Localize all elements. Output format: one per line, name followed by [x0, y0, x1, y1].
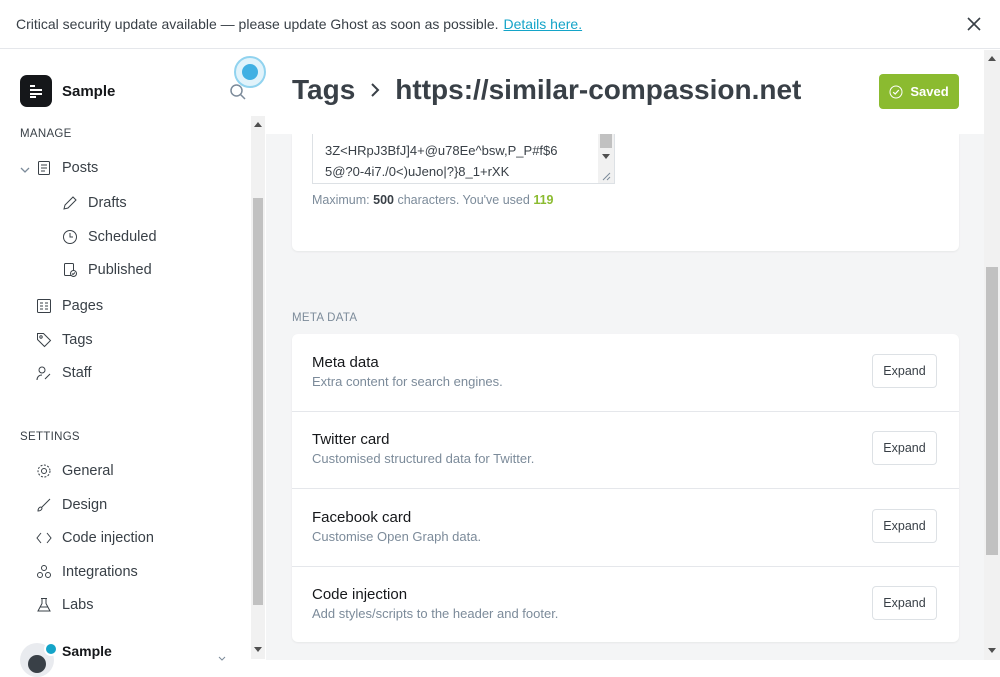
- manage-section-label: MANAGE: [20, 128, 72, 140]
- help-prefix: Maximum:: [312, 193, 370, 207]
- sidebar-item-integrations[interactable]: Integrations: [36, 564, 138, 580]
- meta-row-description: Customise Open Graph data.: [312, 529, 482, 544]
- status-dot: [44, 642, 58, 656]
- gear-icon: [37, 464, 51, 478]
- meta-row-code-injection: Code injection Add styles/scripts to the…: [292, 566, 959, 643]
- sidebar-item-label: Scheduled: [88, 229, 157, 245]
- sidebar: Sample MANAGE Posts Drafts Scheduled Pub…: [0, 50, 266, 677]
- breadcrumb-parent[interactable]: Tags: [292, 74, 355, 106]
- scroll-down-arrow-icon[interactable]: [254, 647, 262, 652]
- sidebar-item-pages[interactable]: Pages: [36, 298, 103, 314]
- meta-row-title: Facebook card: [312, 509, 412, 526]
- meta-row-twitter-card: Twitter card Customised structured data …: [292, 411, 959, 489]
- settings-section-label: SETTINGS: [20, 431, 80, 443]
- meta-row-title: Code injection: [312, 586, 408, 603]
- meta-row-description: Extra content for search engines.: [312, 374, 503, 389]
- check-circle-icon: [889, 85, 903, 98]
- main-scrollbar-thumb[interactable]: [986, 267, 998, 555]
- expand-facebook-card-button[interactable]: Expand: [872, 509, 937, 543]
- code-icon: [36, 532, 52, 544]
- sidebar-item-labs[interactable]: Labs: [36, 597, 93, 613]
- brush-icon: [37, 498, 51, 512]
- saved-button[interactable]: Saved: [879, 74, 959, 109]
- page-title: https://similar-compassion.net: [395, 74, 802, 105]
- published-icon: [64, 263, 77, 277]
- chevron-down-icon[interactable]: [217, 654, 227, 664]
- scroll-down-arrow-icon[interactable]: [602, 154, 610, 159]
- pencil-icon: [63, 196, 77, 210]
- flask-icon: [37, 598, 51, 612]
- sidebar-item-label: Pages: [62, 298, 104, 314]
- sidebar-item-staff[interactable]: Staff: [36, 365, 92, 381]
- clock-icon: [63, 230, 77, 244]
- sidebar-item-general[interactable]: General: [36, 463, 114, 479]
- page-header: Tags https://similar-compassion.net Save…: [266, 50, 986, 134]
- meta-row-title: Meta data: [312, 354, 379, 371]
- pages-icon: [37, 299, 51, 313]
- scroll-up-arrow-icon[interactable]: [254, 122, 262, 127]
- sidebar-item-label: Integrations: [62, 564, 138, 580]
- site-brand[interactable]: Sample: [20, 75, 115, 107]
- sidebar-item-label: Labs: [62, 597, 94, 613]
- staff-icon: [36, 366, 51, 381]
- sidebar-item-label: Design: [62, 497, 108, 513]
- chevron-down-icon[interactable]: [19, 164, 31, 176]
- expand-twitter-card-button[interactable]: Expand: [872, 431, 937, 465]
- sidebar-item-label: Code injection: [62, 530, 154, 546]
- saved-label: Saved: [910, 84, 949, 99]
- sidebar-item-label: Posts: [62, 160, 99, 176]
- textarea-scrollbar-thumb[interactable]: [600, 134, 612, 148]
- description-textarea[interactable]: 3Z<HRpJ3BfJ]4+@u78Ee^bsw,P_P#f$6 5@?0-4i…: [312, 134, 615, 184]
- sidebar-item-label: Published: [88, 262, 152, 278]
- site-logo-icon: [20, 75, 52, 107]
- meta-row-description: Customised structured data for Twitter.: [312, 451, 535, 466]
- sidebar-item-drafts[interactable]: Drafts: [62, 195, 127, 211]
- banner-details-link[interactable]: Details here.: [504, 16, 583, 32]
- sidebar-item-label: General: [62, 463, 114, 479]
- meta-row-description: Add styles/scripts to the header and foo…: [312, 606, 559, 621]
- search-icon[interactable]: [229, 83, 247, 101]
- scroll-up-arrow-icon[interactable]: [988, 56, 996, 61]
- meta-data-section-label: META DATA: [292, 312, 358, 324]
- sidebar-item-code-injection[interactable]: Code injection: [36, 530, 154, 546]
- sidebar-item-scheduled[interactable]: Scheduled: [62, 229, 157, 245]
- sidebar-item-tags[interactable]: Tags: [36, 332, 93, 348]
- sidebar-item-posts[interactable]: Posts: [36, 160, 98, 176]
- sidebar-item-label: Tags: [62, 332, 93, 348]
- user-name[interactable]: Sample: [62, 643, 112, 659]
- banner-message: Critical security update available — ple…: [16, 16, 499, 32]
- main-content: 3Z<HRpJ3BfJ]4+@u78Ee^bsw,P_P#f$6 5@?0-4i…: [266, 50, 1000, 660]
- scroll-down-arrow-icon[interactable]: [988, 648, 996, 653]
- sidebar-scrollbar-thumb[interactable]: [253, 198, 263, 605]
- integrations-icon: [37, 565, 51, 578]
- breadcrumb: Tags https://similar-compassion.net: [292, 74, 801, 106]
- sidebar-item-design[interactable]: Design: [36, 497, 107, 513]
- meta-row-title: Twitter card: [312, 431, 390, 448]
- resize-grip-icon[interactable]: [601, 171, 611, 181]
- meta-row-meta-data: Meta data Extra content for search engin…: [292, 334, 959, 412]
- expand-code-injection-button[interactable]: Expand: [872, 586, 937, 620]
- sidebar-item-published[interactable]: Published: [62, 262, 152, 278]
- max-characters: 500: [373, 193, 394, 207]
- used-characters: 119: [533, 193, 554, 207]
- meta-data-card: Meta data Extra content for search engin…: [292, 334, 959, 642]
- description-card: 3Z<HRpJ3BfJ]4+@u78Ee^bsw,P_P#f$6 5@?0-4i…: [292, 134, 959, 251]
- help-middle: characters. You've used: [397, 193, 530, 207]
- chevron-right-icon: [371, 83, 380, 97]
- tag-icon: [37, 333, 52, 348]
- sidebar-item-label: Drafts: [88, 195, 127, 211]
- close-icon[interactable]: [965, 15, 983, 33]
- site-name: Sample: [62, 82, 116, 100]
- character-count-help: Maximum: 500 characters. You've used 119: [312, 193, 553, 207]
- update-banner: Critical security update available — ple…: [0, 0, 1000, 49]
- meta-row-facebook-card: Facebook card Customise Open Graph data.…: [292, 489, 959, 567]
- sidebar-item-label: Staff: [62, 365, 92, 381]
- expand-meta-data-button[interactable]: Expand: [872, 354, 937, 388]
- posts-icon: [38, 161, 50, 175]
